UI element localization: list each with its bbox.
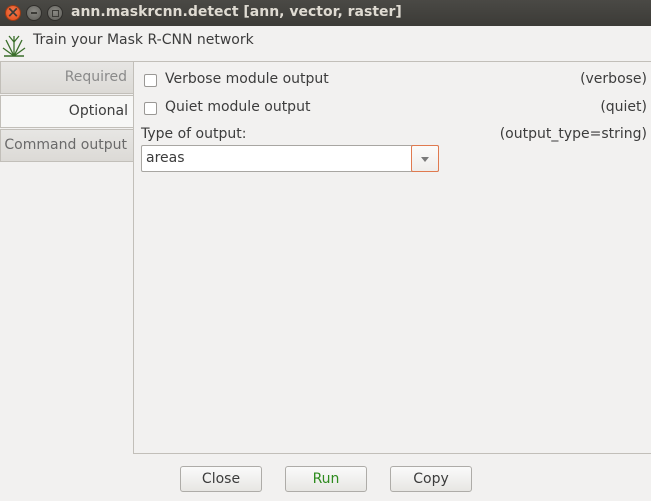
- output-type-value: areas: [146, 150, 185, 166]
- chevron-down-icon[interactable]: [411, 145, 439, 172]
- maximize-icon[interactable]: [47, 5, 63, 21]
- verbose-row: Verbose module output (verbose): [134, 70, 650, 92]
- close-button[interactable]: Close: [180, 466, 262, 492]
- tab-command-output[interactable]: Command output: [0, 129, 133, 162]
- quiet-label[interactable]: Quiet module output: [165, 99, 310, 115]
- grass-logo-icon: [2, 35, 26, 57]
- title-bar: ann.maskrcnn.detect [ann, vector, raster…: [0, 0, 651, 26]
- quiet-checkbox[interactable]: [144, 102, 157, 115]
- output-type-param: (output_type=string): [499, 126, 647, 142]
- module-description: Train your Mask R-CNN network: [0, 26, 651, 60]
- description-text: Train your Mask R-CNN network: [33, 32, 254, 48]
- output-type-label: Type of output:: [141, 126, 247, 142]
- run-button[interactable]: Run: [285, 466, 367, 492]
- quiet-param: (quiet): [600, 99, 647, 115]
- copy-button[interactable]: Copy: [390, 466, 472, 492]
- tab-required[interactable]: Required: [0, 61, 133, 94]
- quiet-row: Quiet module output (quiet): [134, 98, 650, 120]
- output-type-row: Type of output: (output_type=string): [134, 125, 650, 147]
- window-title: ann.maskrcnn.detect [ann, vector, raster…: [71, 4, 402, 20]
- close-icon[interactable]: [5, 3, 21, 21]
- tab-optional[interactable]: Optional: [0, 95, 134, 128]
- verbose-param: (verbose): [580, 71, 647, 87]
- verbose-checkbox[interactable]: [144, 74, 157, 87]
- verbose-label[interactable]: Verbose module output: [165, 71, 329, 87]
- optional-panel: Verbose module output (verbose) Quiet mo…: [133, 61, 651, 454]
- minimize-icon[interactable]: [26, 5, 42, 21]
- output-type-select[interactable]: areas: [141, 145, 439, 172]
- dialog-window: ann.maskrcnn.detect [ann, vector, raster…: [0, 0, 651, 501]
